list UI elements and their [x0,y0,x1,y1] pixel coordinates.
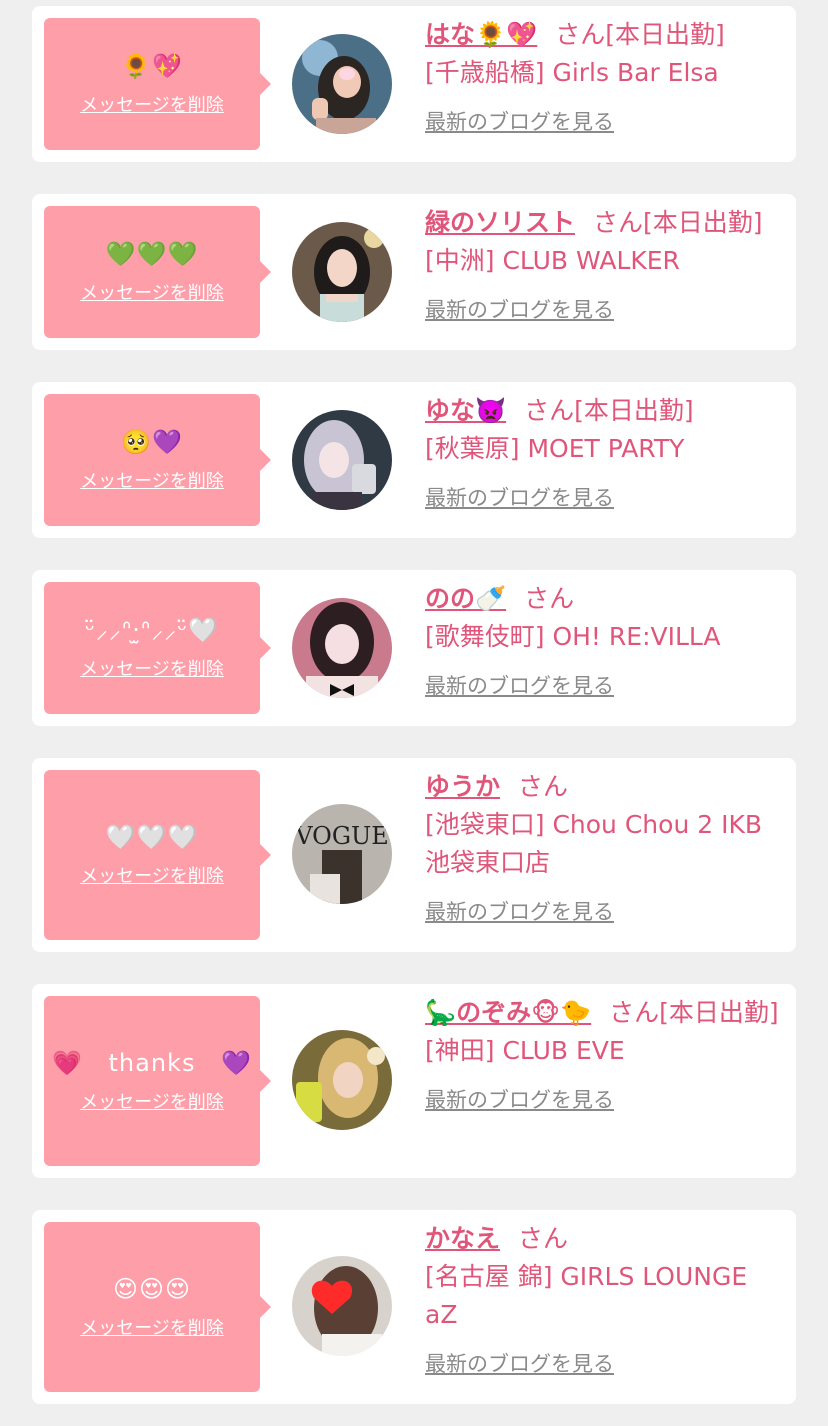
cast-info: かなえ さん [名古屋 錦] GIRLS LOUNGE aZ 最新のブログを見る [425,1220,784,1378]
san-suffix: さん[本日出勤] [593,208,763,237]
avatar[interactable] [292,1030,392,1130]
message-bubble: 🌻💖 メッセージを削除 [44,18,271,150]
delete-message-link[interactable]: メッセージを削除 [80,467,224,493]
name-line: ゆな👿 さん[本日出勤] [425,392,784,430]
shop-name: [千歳船橋] Girls Bar Elsa [425,58,719,87]
san-suffix: さん [518,1224,569,1253]
favorite-cast-list: 🌻💖 メッセージを削除 はな🌻💖 さん[本日出勤] [千歳船橋] Girls Ba… [0,0,828,1426]
shop-name: [歌舞伎町] OH! RE:VILLA [425,622,721,651]
message-text: ᵕ̈⸝⸝ᐢ·̫ᐢ⸝⸝ᵕ̈🤍 [84,616,220,644]
message-text-row: 💗 thanks 💜 [52,1048,252,1078]
cast-info: 🦕のぞみ🐵🐤 さん[本日出勤] [神田] CLUB EVE 最新のブログを見る [425,994,784,1114]
message-text: 🤍🤍🤍 [105,823,199,851]
cast-card: ᵕ̈⸝⸝ᐢ·̫ᐢ⸝⸝ᵕ̈🤍 メッセージを削除 のの🍼 さん [歌舞伎町] OH! … [32,570,796,726]
purple-heart-icon: 💜 [221,1049,252,1077]
cast-card: 🥺💜 メッセージを削除 ゆな👿 さん[本日出勤] [秋葉原] MOET PARTY… [32,382,796,538]
cast-info: はな🌻💖 さん[本日出勤] [千歳船橋] Girls Bar Elsa 最新のブロ… [425,16,784,136]
latest-blog-link[interactable]: 最新のブログを見る [425,1348,614,1378]
cast-info: のの🍼 さん [歌舞伎町] OH! RE:VILLA 最新のブログを見る [425,580,784,700]
avatar[interactable] [292,222,392,322]
cast-name-link[interactable]: 🦕のぞみ🐵🐤 [425,998,591,1027]
name-line: 🦕のぞみ🐵🐤 さん[本日出勤] [425,994,784,1032]
latest-blog-link[interactable]: 最新のブログを見る [425,482,614,512]
cast-name-link[interactable]: ゆな👿 [425,396,506,425]
cast-card: 🌻💖 メッセージを削除 はな🌻💖 さん[本日出勤] [千歳船橋] Girls Ba… [32,6,796,162]
shop-name: [池袋東口] Chou Chou 2 IKB 池袋東口店 [425,810,762,877]
message-text: 😍😍😍 [112,1275,192,1303]
san-suffix: さん[本日出勤] [555,20,725,49]
avatar[interactable] [292,598,392,698]
cast-card: 😍😍😍 メッセージを削除 かなえ さん [名古屋 錦] GIRLS LOUNGE … [32,1210,796,1404]
avatar[interactable] [292,410,392,510]
shop-name: [秋葉原] MOET PARTY [425,434,685,463]
name-line: 緑のソリスト さん[本日出勤] [425,204,784,242]
san-suffix: さん [524,584,575,613]
delete-message-link[interactable]: メッセージを削除 [80,655,224,681]
cast-info: ゆうか さん [池袋東口] Chou Chou 2 IKB 池袋東口店 最新のブロ… [425,768,784,926]
message-bubble: 💚💚💚 メッセージを削除 [44,206,271,338]
message-text: 💚💚💚 [105,240,199,268]
name-line: ゆうか さん [425,768,784,806]
message-text: 🌻💖 [121,52,183,80]
delete-message-link[interactable]: メッセージを削除 [80,1088,224,1114]
delete-message-link[interactable]: メッセージを削除 [80,279,224,305]
cast-card: 💗 thanks 💜 メッセージを削除 🦕のぞみ🐵🐤 さん[本日出勤] [神田] … [32,984,796,1178]
avatar[interactable]: VOGUE [292,804,392,904]
delete-message-link[interactable]: メッセージを削除 [80,862,224,888]
shop-name: [神田] CLUB EVE [425,1036,625,1065]
shop-name: [中洲] CLUB WALKER [425,246,680,275]
message-text: 🥺💜 [121,428,183,456]
message-text: thanks [108,1049,196,1077]
name-line: のの🍼 さん [425,580,784,618]
san-suffix: さん [518,772,569,801]
cast-name-link[interactable]: はな🌻💖 [425,20,537,49]
shop-name: [名古屋 錦] GIRLS LOUNGE aZ [425,1262,748,1329]
latest-blog-link[interactable]: 最新のブログを見る [425,106,614,136]
cast-name-link[interactable]: ゆうか [425,772,500,801]
latest-blog-link[interactable]: 最新のブログを見る [425,294,614,324]
delete-message-link[interactable]: メッセージを削除 [80,91,224,117]
latest-blog-link[interactable]: 最新のブログを見る [425,1084,614,1114]
message-bubble: 🥺💜 メッセージを削除 [44,394,271,526]
cast-name-link[interactable]: 緑のソリスト [425,208,575,237]
svg-text:VOGUE: VOGUE [294,822,389,850]
avatar[interactable] [292,34,392,134]
message-bubble: 💗 thanks 💜 メッセージを削除 [44,996,271,1166]
san-suffix: さん[本日出勤] [524,396,694,425]
name-line: はな🌻💖 さん[本日出勤] [425,16,784,54]
avatar[interactable] [292,1256,392,1356]
name-line: かなえ さん [425,1220,784,1258]
delete-message-link[interactable]: メッセージを削除 [80,1314,224,1340]
latest-blog-link[interactable]: 最新のブログを見る [425,896,614,926]
cast-name-link[interactable]: かなえ [425,1224,500,1253]
message-bubble: 🤍🤍🤍 メッセージを削除 [44,770,271,940]
pink-heart-icon: 💗 [52,1049,83,1077]
message-bubble: ᵕ̈⸝⸝ᐢ·̫ᐢ⸝⸝ᵕ̈🤍 メッセージを削除 [44,582,271,714]
cast-card: 🤍🤍🤍 メッセージを削除 VOGUE ゆうか さん [池袋東口] Chou Cho… [32,758,796,952]
cast-name-link[interactable]: のの🍼 [425,584,506,613]
cast-info: ゆな👿 さん[本日出勤] [秋葉原] MOET PARTY 最新のブログを見る [425,392,784,512]
cast-card: 💚💚💚 メッセージを削除 緑のソリスト さん[本日出勤] [中洲] CLUB WA… [32,194,796,350]
message-bubble: 😍😍😍 メッセージを削除 [44,1222,271,1392]
latest-blog-link[interactable]: 最新のブログを見る [425,670,614,700]
san-suffix: さん[本日出勤] [609,998,779,1027]
cast-info: 緑のソリスト さん[本日出勤] [中洲] CLUB WALKER 最新のブログを見… [425,204,784,324]
